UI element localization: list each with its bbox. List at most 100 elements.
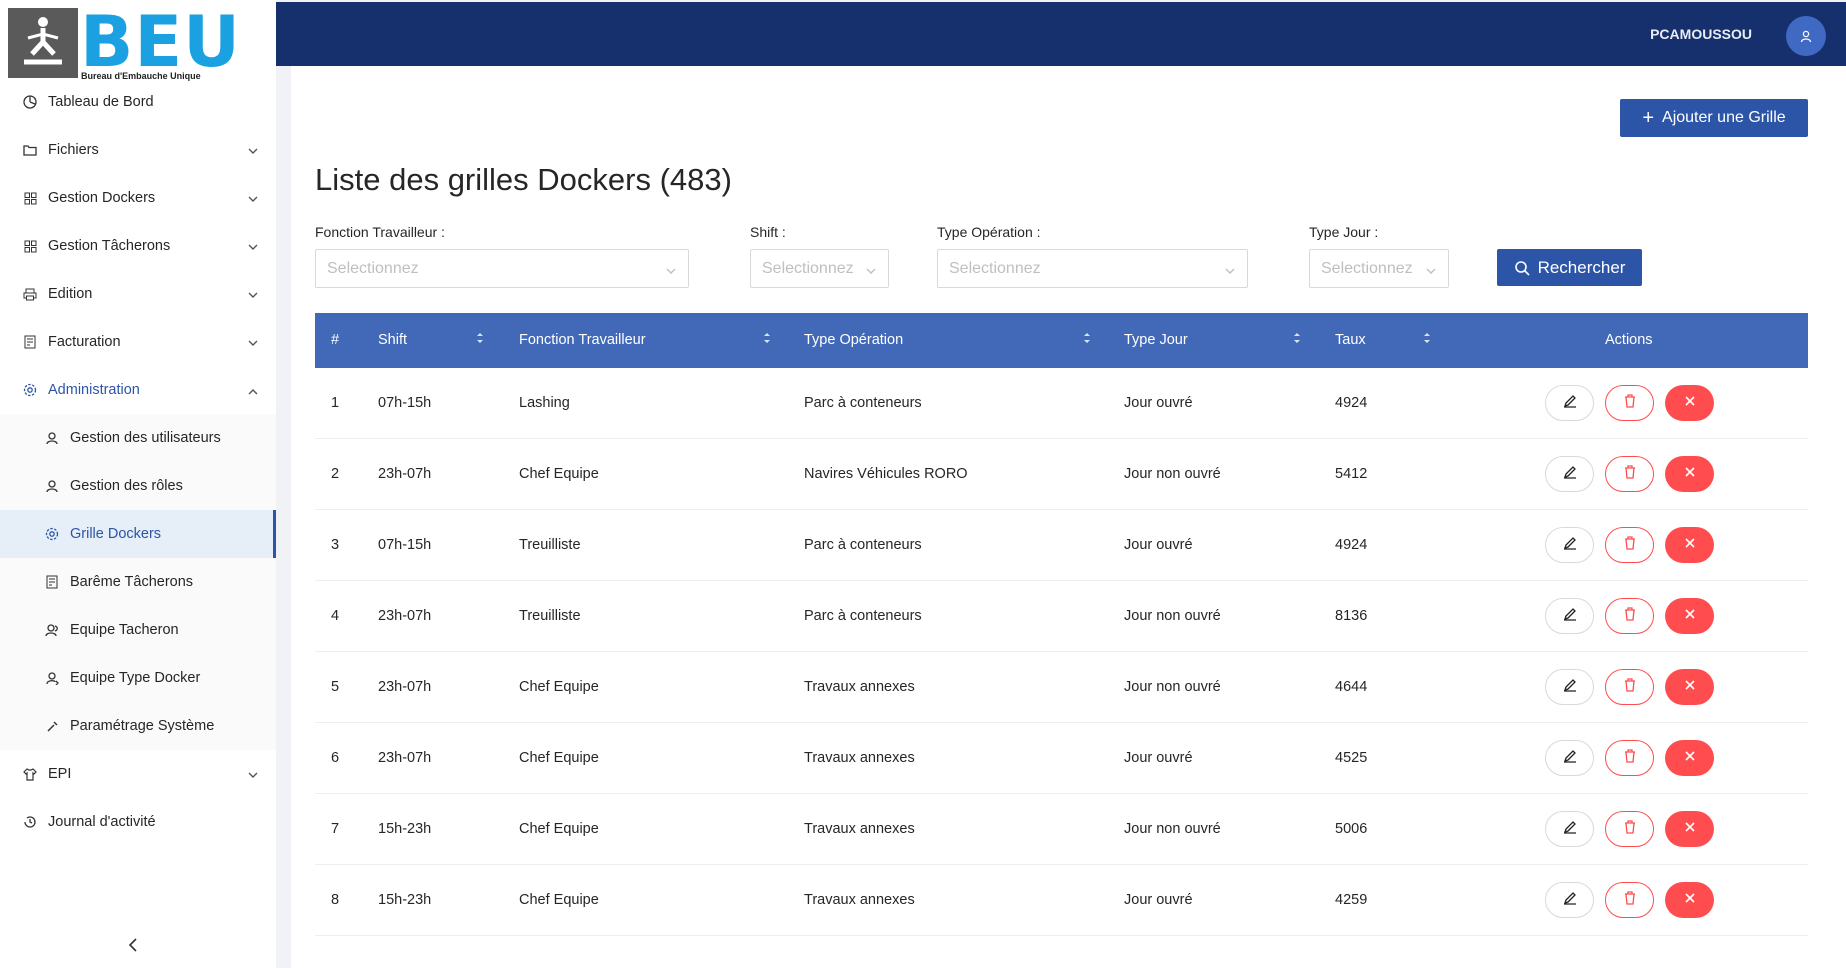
col-header-taux[interactable]: Taux <box>1335 332 1366 348</box>
cancel-button[interactable] <box>1665 740 1714 776</box>
sidebar-item-label: Equipe Type Docker <box>70 670 201 686</box>
filter-shift-select[interactable]: Selectionnez <box>750 249 889 288</box>
sidebar-item-journal[interactable]: Journal d'activité <box>0 798 276 846</box>
edit-icon <box>1563 891 1577 909</box>
trash-icon <box>1624 749 1636 767</box>
cell-shift: 23h-07h <box>378 750 432 766</box>
sidebar-item-label: Edition <box>48 286 93 302</box>
grid-icon <box>22 238 38 254</box>
add-grille-button[interactable]: + Ajouter une Grille <box>1620 99 1808 137</box>
filter-placeholder: Selectionnez <box>762 259 854 277</box>
sidebar-item-label: Grille Dockers <box>70 526 162 542</box>
col-header-operation[interactable]: Type Opération <box>804 332 903 348</box>
sort-icon[interactable] <box>763 331 771 349</box>
edit-button[interactable] <box>1545 669 1594 705</box>
sidebar-item-administration[interactable]: Administration <box>0 366 276 414</box>
filter-fonction-select[interactable]: Selectionnez <box>315 249 689 288</box>
sidebar-item-equipe-tacheron[interactable]: Equipe Tacheron <box>0 606 276 654</box>
chevron-down-icon <box>248 767 258 783</box>
cancel-button[interactable] <box>1665 882 1714 918</box>
filter-jour-select[interactable]: Selectionnez <box>1309 249 1449 288</box>
username[interactable]: PCAMOUSSOU <box>1650 26 1752 42</box>
user-tag-icon <box>44 670 60 686</box>
edit-button[interactable] <box>1545 740 1594 776</box>
table-row: 2 23h-07h Chef Equipe Navires Véhicules ROR… <box>315 439 1808 510</box>
cell-fonction: Chef Equipe <box>519 466 599 482</box>
sidebar-item-gestion-utilisateurs[interactable]: Gestion des utilisateurs <box>0 414 276 462</box>
chevron-down-icon <box>248 191 258 207</box>
close-icon <box>1684 395 1696 411</box>
cell-jour: Jour non ouvré <box>1124 466 1221 482</box>
avatar[interactable] <box>1786 16 1826 56</box>
delete-button[interactable] <box>1605 456 1654 492</box>
printer-icon <box>22 286 38 302</box>
delete-button[interactable] <box>1605 811 1654 847</box>
cell-shift: 23h-07h <box>378 608 432 624</box>
sidebar-item-fichiers[interactable]: Fichiers <box>0 126 276 174</box>
search-button[interactable]: Rechercher <box>1497 249 1642 286</box>
delete-button[interactable] <box>1605 598 1654 634</box>
table-row: 3 07h-15h Treuilliste Parc à conteneurs Jour… <box>315 510 1808 581</box>
cell-index: 1 <box>331 395 340 411</box>
chevron-down-icon <box>1426 262 1436 280</box>
cell-index: 8 <box>331 892 340 908</box>
cancel-button[interactable] <box>1665 669 1714 705</box>
delete-button[interactable] <box>1605 882 1654 918</box>
filter-placeholder: Selectionnez <box>327 259 419 277</box>
trash-icon <box>1624 394 1636 412</box>
delete-button[interactable] <box>1605 385 1654 421</box>
edit-button[interactable] <box>1545 456 1594 492</box>
col-header-fonction[interactable]: Fonction Travailleur <box>519 332 646 348</box>
edit-button[interactable] <box>1545 527 1594 563</box>
beu-logo[interactable]: BEU Bureau d'Embauche Unique <box>8 2 240 83</box>
sidebar-item-label: Tableau de Bord <box>48 94 154 110</box>
edit-button[interactable] <box>1545 811 1594 847</box>
delete-button[interactable] <box>1605 527 1654 563</box>
sidebar-item-epi[interactable]: EPI <box>0 750 276 798</box>
cancel-button[interactable] <box>1665 598 1714 634</box>
sidebar-item-parametrage-systeme[interactable]: Paramétrage Système <box>0 702 276 750</box>
sidebar-collapse-button[interactable] <box>128 938 138 957</box>
cancel-button[interactable] <box>1665 456 1714 492</box>
sidebar-item-edition[interactable]: Edition <box>0 270 276 318</box>
cell-index: 6 <box>331 750 340 766</box>
edit-button[interactable] <box>1545 882 1594 918</box>
sidebar-item-equipe-type-docker[interactable]: Equipe Type Docker <box>0 654 276 702</box>
col-header-shift[interactable]: Shift <box>378 332 407 348</box>
user-icon <box>44 478 60 494</box>
delete-button[interactable] <box>1605 740 1654 776</box>
close-icon <box>1684 466 1696 482</box>
delete-button[interactable] <box>1605 669 1654 705</box>
cancel-button[interactable] <box>1665 811 1714 847</box>
sort-icon[interactable] <box>476 331 484 349</box>
cancel-button[interactable] <box>1665 385 1714 421</box>
sort-icon[interactable] <box>1293 331 1301 349</box>
cell-operation: Parc à conteneurs <box>804 395 922 411</box>
filter-operation-select[interactable]: Selectionnez <box>937 249 1248 288</box>
chevron-down-icon <box>666 262 676 280</box>
sort-icon[interactable] <box>1423 331 1431 349</box>
col-header-jour[interactable]: Type Jour <box>1124 332 1188 348</box>
cell-fonction: Chef Equipe <box>519 892 599 908</box>
sidebar-item-label: Equipe Tacheron <box>70 622 179 638</box>
dashboard-icon <box>22 94 38 110</box>
sort-icon[interactable] <box>1083 331 1091 349</box>
edit-button[interactable] <box>1545 385 1594 421</box>
sidebar-item-bareme-tacherons[interactable]: Barême Tâcherons <box>0 558 276 606</box>
cell-fonction: Chef Equipe <box>519 679 599 695</box>
trash-icon <box>1624 891 1636 909</box>
sidebar-item-gestion-tacherons[interactable]: Gestion Tâcherons <box>0 222 276 270</box>
filter-placeholder: Selectionnez <box>1321 259 1413 277</box>
close-icon <box>1684 608 1696 624</box>
chevron-left-icon <box>128 938 137 952</box>
sidebar-item-dashboard[interactable]: Tableau de Bord <box>0 78 276 126</box>
edit-button[interactable] <box>1545 598 1594 634</box>
sidebar-item-grille-dockers[interactable]: Grille Dockers <box>0 510 276 558</box>
cell-taux: 4259 <box>1335 892 1368 908</box>
sidebar-item-gestion-dockers[interactable]: Gestion Dockers <box>0 174 276 222</box>
sidebar-item-label: Gestion Dockers <box>48 190 156 206</box>
sidebar-item-facturation[interactable]: Facturation <box>0 318 276 366</box>
sidebar-item-gestion-roles[interactable]: Gestion des rôles <box>0 462 276 510</box>
chevron-down-icon <box>248 287 258 303</box>
cancel-button[interactable] <box>1665 527 1714 563</box>
